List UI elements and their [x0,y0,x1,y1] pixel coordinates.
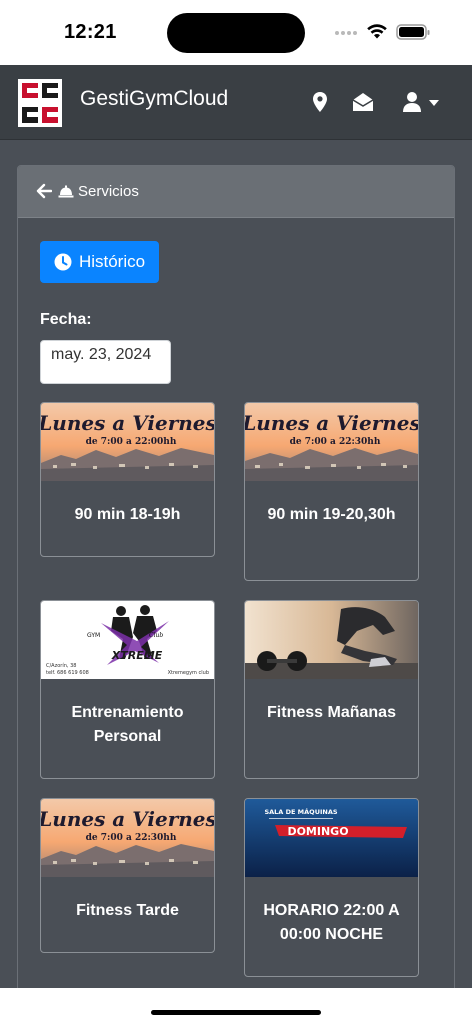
main-content: Servicios Histórico Fecha: may. 23, 2024 [0,140,472,988]
status-time: 12:21 [64,21,117,43]
service-card-entrenamiento-personal[interactable]: GYM Club XTREME C/Azorín, 38 telf. 686 6… [40,600,215,779]
service-label: 90 min 18-19h [74,506,181,523]
service-card-fitness-tarde[interactable]: Lunes a Viernes de 7:00 a 22:30hh Fitnes… [40,798,215,953]
bell-icon [58,185,74,198]
cellular-signal-icon [335,31,359,37]
service-card-90min-18-19h[interactable]: Lunes a Viernes de 7:00 a 22:00hh 90 min… [40,402,215,557]
caret-down-icon[interactable] [428,99,440,107]
fecha-label: Fecha: [40,311,92,328]
service-label: 90 min 19-20,30h [267,506,396,523]
banner-title: Lunes a Viernes [41,411,214,435]
banner-social: Xtremegym club [168,670,209,676]
banner-top: SALA DE MÁQUINAS [264,807,337,816]
service-card-fitness-mananas[interactable]: Fitness Mañanas [244,600,419,779]
historico-button[interactable]: Histórico [40,241,159,283]
banner-sub: de 7:00 a 22:30hh [290,437,381,447]
status-bar: 12:21 [0,0,472,65]
date-field[interactable]: may. 23, 2024 [40,340,171,384]
banner-phone: telf. 686 619 608 [46,670,89,676]
banner-gym: GYM [87,632,100,639]
service-banner-image: Lunes a Viernes de 7:00 a 22:00hh [41,403,214,481]
dynamic-island [167,13,305,53]
user-icon[interactable] [402,91,424,113]
banner-day: DOMINGO [287,825,348,838]
service-card-90min-19-20-30h[interactable]: Lunes a Viernes de 7:00 a 22:30hh 90 min… [244,402,419,581]
services-card: Servicios Histórico Fecha: may. 23, 2024 [17,165,455,988]
banner-brand: XTREME [111,649,163,662]
arrow-left-icon[interactable] [36,183,52,199]
map-marker-icon[interactable] [310,91,332,113]
home-bar-area [0,988,472,1024]
banner-sub: de 7:00 a 22:00hh [86,437,177,447]
service-label: Fitness Tarde [76,902,179,919]
card-header: Servicios [18,166,454,218]
service-banner-image: Lunes a Viernes de 7:00 a 22:30hh [41,799,214,877]
home-indicator[interactable] [151,1010,321,1015]
service-label: Entrenamiento Personal [71,704,184,745]
brand-logo[interactable] [18,79,62,127]
banner-title: Lunes a Viernes [41,807,214,831]
card-title: Servicios [78,183,139,200]
service-label: Fitness Mañanas [267,704,396,721]
envelope-open-icon[interactable] [352,91,374,113]
service-label: HORARIO 22:00 A 00:00 NOCHE [263,902,400,943]
service-banner-image: SALA DE MÁQUINAS DOMINGO [245,799,418,877]
battery-icon [396,24,430,40]
service-banner-image [245,601,418,679]
banner-club: Club [149,632,163,639]
banner-address: C/Azorín, 38 [46,662,76,669]
service-banner-image: Lunes a Viernes de 7:00 a 22:30hh [245,403,418,481]
service-banner-image: GYM Club XTREME C/Azorín, 38 telf. 686 6… [41,601,214,679]
banner-title: Lunes a Viernes [245,411,418,435]
wifi-icon [367,24,387,39]
historico-label: Histórico [78,252,146,271]
clock-icon [54,253,72,271]
banner-sub: de 7:00 a 22:30hh [86,833,177,843]
top-navbar: GestiGymCloud [0,65,472,140]
service-card-horario-noche[interactable]: SALA DE MÁQUINAS DOMINGO HORARIO 22:00 A… [244,798,419,977]
brand-name[interactable]: GestiGymCloud [80,87,228,111]
